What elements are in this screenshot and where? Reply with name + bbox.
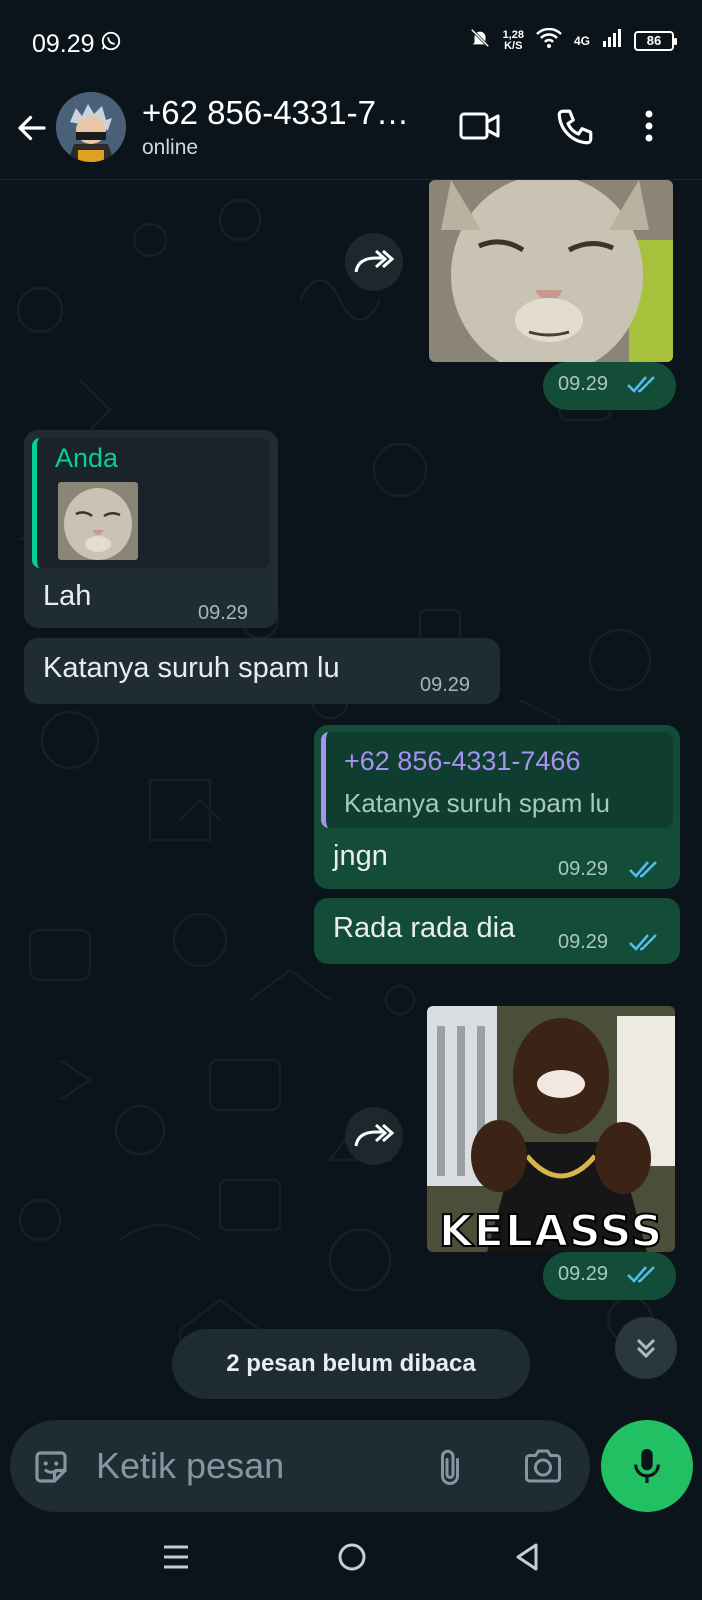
whatsapp-notification-icon — [100, 30, 122, 57]
back-nav-icon[interactable] — [514, 1542, 540, 1577]
read-ticks-icon — [629, 934, 657, 951]
read-ticks-icon — [629, 861, 657, 878]
status-time: 09.29 — [32, 30, 95, 58]
message-3-text: Katanya suruh spam lu — [43, 652, 340, 684]
double-chevron-down-icon — [636, 1338, 656, 1359]
status-bar: 09.29 1,28 K/S 4G 86 — [0, 0, 702, 86]
camera-icon[interactable] — [522, 1446, 564, 1491]
message-input[interactable] — [96, 1440, 416, 1492]
back-arrow-icon[interactable] — [14, 110, 50, 151]
attach-paperclip-icon[interactable] — [432, 1446, 468, 1493]
unread-messages-banner[interactable]: 2 pesan belum dibaca — [172, 1329, 530, 1399]
forward-icon — [354, 249, 394, 273]
message-2-time: 09.29 — [198, 602, 249, 624]
sticker-emoji-icon[interactable] — [30, 1446, 72, 1493]
contact-status: online — [142, 136, 199, 159]
message-5-time: 09.29 — [558, 931, 609, 953]
system-navigation-bar — [0, 1520, 702, 1600]
message-4-time: 09.29 — [558, 858, 609, 880]
quote-author: +62 856-4331-7466 — [344, 746, 581, 776]
mute-notifications-icon — [469, 26, 491, 55]
message-3-time: 09.29 — [420, 674, 471, 696]
network-speed: 1,28 K/S — [503, 29, 524, 52]
recent-apps-icon[interactable] — [162, 1542, 190, 1577]
message-1-time: 09.29 — [558, 373, 609, 395]
quote-author: Anda — [55, 443, 119, 473]
forward-button-1[interactable] — [345, 233, 403, 291]
message-5-text: Rada rada dia — [333, 912, 516, 944]
video-call-icon[interactable] — [458, 106, 502, 151]
chat-header: +62 856-4331-7… online — [0, 86, 702, 180]
contact-avatar[interactable] — [56, 92, 126, 162]
wifi-icon — [536, 27, 562, 53]
chat-area[interactable]: 09.29 Anda Lah 09.29 Katanya suruh spam … — [0, 180, 702, 1400]
quoted-cat-thumbnail — [58, 482, 138, 560]
cat-image-message[interactable] — [429, 180, 673, 362]
home-icon[interactable] — [337, 1542, 367, 1577]
voice-call-icon[interactable] — [554, 106, 596, 153]
message-6-time: 09.29 — [558, 1263, 609, 1285]
network-speed-unit: K/S — [504, 39, 523, 52]
message-2-text: Lah — [43, 580, 92, 612]
signal-icon — [602, 28, 622, 53]
forward-button-2[interactable] — [345, 1107, 403, 1165]
message-4-text: jngn — [333, 840, 388, 872]
cat-photo — [429, 180, 673, 362]
read-ticks-icon — [627, 376, 655, 393]
more-options-icon[interactable] — [642, 106, 656, 151]
microphone-icon — [634, 1449, 660, 1483]
contact-name[interactable]: +62 856-4331-7… — [142, 94, 409, 132]
voice-message-button[interactable] — [601, 1420, 693, 1512]
network-type: 4G — [573, 33, 590, 48]
quote-text: Katanya suruh spam lu — [344, 788, 610, 818]
forward-icon — [354, 1123, 394, 1147]
scroll-to-bottom-button[interactable] — [615, 1317, 677, 1379]
read-ticks-icon — [627, 1266, 655, 1283]
sticker-caption: KELASSS — [438, 1205, 664, 1258]
battery-indicator: 86 — [634, 30, 677, 51]
